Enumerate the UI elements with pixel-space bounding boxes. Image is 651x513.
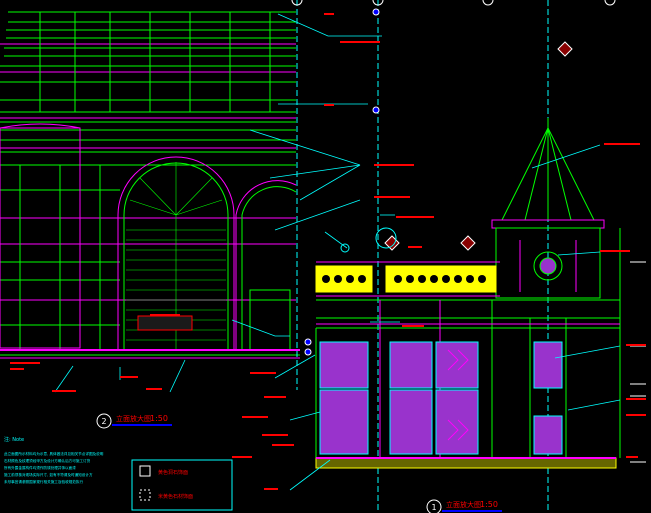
left-vertical-grid xyxy=(0,12,271,350)
notes-line-1: 此立面图所示材料均为示意, 具体做法详见相关节点详图及说明 xyxy=(4,451,104,456)
right-elevation xyxy=(315,41,621,469)
notes-line-3: 所有外露金属构件均须作防锈处理并饰以面漆 xyxy=(4,465,76,470)
balustrade xyxy=(315,261,500,297)
purple-stone-panels xyxy=(319,341,563,455)
cad-drawing: 2 立面放大图 1:50 1 立面放大图 1:50 注: Note 此立面图所示… xyxy=(0,0,646,513)
legend-box: 黄色洞石饰面 米黄色石材饰面 xyxy=(131,459,233,511)
right-base xyxy=(315,457,617,469)
left-elevation-number: 2 xyxy=(101,417,106,426)
notes-line-4: 施工前须核对现场实际尺寸, 如有不符请及时通知设计方 xyxy=(4,472,93,477)
left-elevation-title: 立面放大图 xyxy=(116,414,151,423)
tower-spire xyxy=(491,118,605,299)
left-elevation xyxy=(0,11,300,359)
legend-swatch-2 xyxy=(139,489,151,501)
legend-swatch-1 xyxy=(139,465,151,477)
left-pilaster xyxy=(0,123,81,349)
notes-line-5: 未尽事宜请参照国家现行相关施工及验收规范执行 xyxy=(4,479,83,484)
notes-block: 注: Note 此立面图所示材料均为示意, 具体做法详见相关节点详图及说明 石材… xyxy=(4,436,104,484)
notes-line-2: 石材颜色及纹理须经甲方及设计方确认后方可施工订货 xyxy=(4,458,91,463)
notes-heading: 注: Note xyxy=(4,436,24,443)
left-cornice xyxy=(0,11,296,166)
right-elevation-title-block: 1 立面放大图 1:50 xyxy=(426,499,502,513)
right-elevation-title: 立面放大图 xyxy=(446,500,481,509)
legend-label-2: 米黄色石材饰面 xyxy=(158,493,193,500)
right-elevation-scale: 1:50 xyxy=(480,500,498,509)
legend-label-1: 黄色洞石饰面 xyxy=(158,469,188,476)
left-elevation-scale: 1:50 xyxy=(150,414,168,423)
left-base xyxy=(0,349,300,359)
right-elevation-number: 1 xyxy=(431,503,436,512)
left-arch-window-1 xyxy=(117,156,235,350)
left-elevation-title-block: 2 立面放大图 1:50 xyxy=(96,413,172,429)
